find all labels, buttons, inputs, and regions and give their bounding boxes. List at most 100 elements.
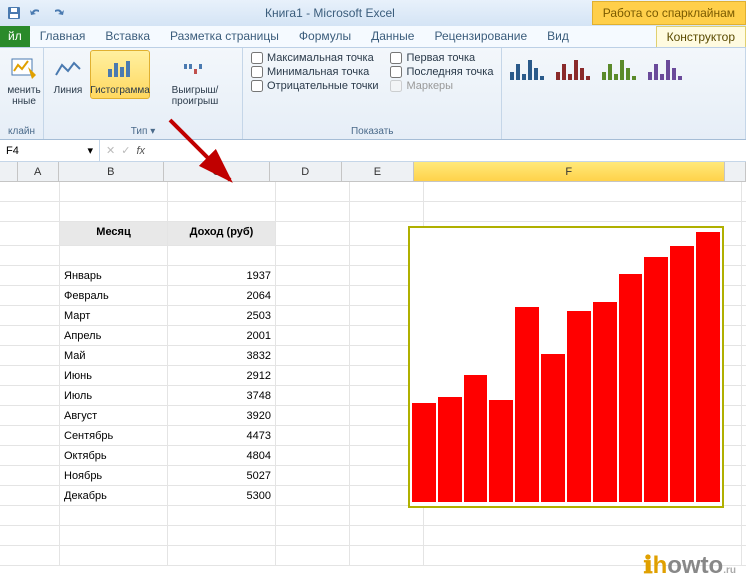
edit-data-button[interactable]: менить нные: [2, 50, 46, 110]
month-cell[interactable]: Апрель: [60, 326, 168, 345]
chart-bar: [567, 311, 591, 502]
month-cell[interactable]: Июнь: [60, 366, 168, 385]
income-cell[interactable]: 4804: [168, 446, 276, 465]
chart-bar: [670, 246, 694, 502]
chart-bar: [438, 397, 462, 502]
tab-data[interactable]: Данные: [361, 26, 424, 47]
month-cell[interactable]: Январь: [60, 266, 168, 285]
month-cell[interactable]: Май: [60, 346, 168, 365]
markers-checkbox: Маркеры: [390, 80, 493, 92]
titlebar: Книга1 - Microsoft Excel Работа со спарк…: [0, 0, 746, 26]
income-cell[interactable]: 2001: [168, 326, 276, 345]
first-point-checkbox[interactable]: Первая точка: [390, 52, 493, 64]
chart-bar: [464, 375, 488, 503]
month-cell[interactable]: Март: [60, 306, 168, 325]
line-icon: [52, 53, 84, 85]
col-C[interactable]: C: [164, 162, 269, 181]
tab-file[interactable]: йл: [0, 26, 30, 47]
style-thumb[interactable]: [508, 54, 548, 84]
income-cell[interactable]: 5300: [168, 486, 276, 505]
income-cell[interactable]: 2503: [168, 306, 276, 325]
style-thumb[interactable]: [554, 54, 594, 84]
column-headers: A B C D E F: [0, 162, 746, 182]
histogram-button[interactable]: Гистограмма: [90, 50, 150, 99]
edit-data-label: менить нные: [7, 85, 41, 107]
histogram-icon: [104, 53, 136, 85]
select-all[interactable]: [0, 162, 18, 181]
tab-view[interactable]: Вид: [537, 26, 579, 47]
tab-layout[interactable]: Разметка страницы: [160, 26, 289, 47]
header-income: Доход (руб): [168, 222, 276, 245]
col-D[interactable]: D: [270, 162, 342, 181]
tab-formulas[interactable]: Формулы: [289, 26, 361, 47]
income-cell[interactable]: 4473: [168, 426, 276, 445]
window-title: Книга1 - Microsoft Excel: [68, 6, 592, 20]
chart-bar: [619, 274, 643, 502]
edit-data-icon: [8, 53, 40, 85]
cancel-icon[interactable]: ✕: [106, 144, 115, 157]
redo-icon[interactable]: [48, 3, 68, 23]
undo-icon[interactable]: [26, 3, 46, 23]
line-button[interactable]: Линия: [46, 50, 90, 99]
formula-bar: F4▾ ✕ ✓ fx: [0, 140, 746, 162]
tab-design[interactable]: Конструктор: [656, 26, 746, 47]
style-thumb[interactable]: [600, 54, 640, 84]
income-cell[interactable]: 2912: [168, 366, 276, 385]
tab-review[interactable]: Рецензирование: [424, 26, 537, 47]
name-box[interactable]: F4▾: [0, 140, 100, 161]
month-cell[interactable]: Декабрь: [60, 486, 168, 505]
winloss-label: Выигрыш/проигрыш: [155, 85, 235, 107]
line-label: Линия: [54, 85, 83, 96]
group-data: менить нные клайн: [0, 48, 44, 139]
income-cell[interactable]: 1937: [168, 266, 276, 285]
context-tab-sparklines: Работа со спарклайнам: [592, 1, 746, 25]
group-show: Максимальная точка Минимальная точка Отр…: [243, 48, 502, 139]
sparkline-chart[interactable]: [408, 226, 724, 508]
chart-bar: [412, 403, 436, 502]
neg-point-checkbox[interactable]: Отрицательные точки: [251, 80, 378, 92]
income-cell[interactable]: 3832: [168, 346, 276, 365]
dropdown-icon[interactable]: ▾: [87, 144, 93, 157]
month-cell[interactable]: Октябрь: [60, 446, 168, 465]
income-cell[interactable]: 5027: [168, 466, 276, 485]
ribbon: менить нные клайн Линия Гистограмма Выиг…: [0, 48, 746, 140]
col-A[interactable]: A: [18, 162, 59, 181]
col-F[interactable]: F: [414, 162, 724, 181]
income-cell[interactable]: 3920: [168, 406, 276, 425]
group-type: Линия Гистограмма Выигрыш/проигрыш Тип ▾: [44, 48, 243, 139]
month-cell[interactable]: Ноябрь: [60, 466, 168, 485]
tab-home[interactable]: Главная: [30, 26, 96, 47]
min-point-checkbox[interactable]: Минимальная точка: [251, 66, 378, 78]
month-cell[interactable]: Февраль: [60, 286, 168, 305]
style-thumb[interactable]: [646, 54, 686, 84]
last-point-checkbox[interactable]: Последняя точка: [390, 66, 493, 78]
winloss-button[interactable]: Выигрыш/проигрыш: [150, 50, 240, 110]
group-style: [502, 48, 746, 139]
chart-bar: [515, 307, 539, 502]
winloss-icon: [179, 53, 211, 85]
chart-bar: [696, 232, 720, 502]
enter-icon[interactable]: ✓: [121, 144, 130, 157]
month-cell[interactable]: Июль: [60, 386, 168, 405]
chart-bar: [489, 400, 513, 502]
income-cell[interactable]: 3748: [168, 386, 276, 405]
max-point-checkbox[interactable]: Максимальная точка: [251, 52, 378, 64]
group-type-label: Тип ▾: [44, 125, 242, 139]
tab-insert[interactable]: Вставка: [95, 26, 160, 47]
col-E[interactable]: E: [342, 162, 414, 181]
month-cell[interactable]: Август: [60, 406, 168, 425]
income-cell[interactable]: 2064: [168, 286, 276, 305]
dialog-launcher-icon[interactable]: ▾: [150, 126, 155, 137]
quick-access-toolbar: [0, 3, 68, 23]
ribbon-tabs: йл Главная Вставка Разметка страницы Фор…: [0, 26, 746, 48]
histogram-label: Гистограмма: [90, 85, 150, 96]
chart-bar: [593, 302, 617, 502]
grid[interactable]: МесяцДоход (руб) Январь1937Февраль2064Ма…: [0, 182, 746, 560]
chart-bar: [644, 257, 668, 502]
fx-icon[interactable]: fx: [136, 145, 145, 157]
header-month: Месяц: [60, 222, 168, 245]
col-B[interactable]: B: [59, 162, 164, 181]
col-G[interactable]: [725, 162, 746, 181]
month-cell[interactable]: Сентябрь: [60, 426, 168, 445]
save-icon[interactable]: [4, 3, 24, 23]
